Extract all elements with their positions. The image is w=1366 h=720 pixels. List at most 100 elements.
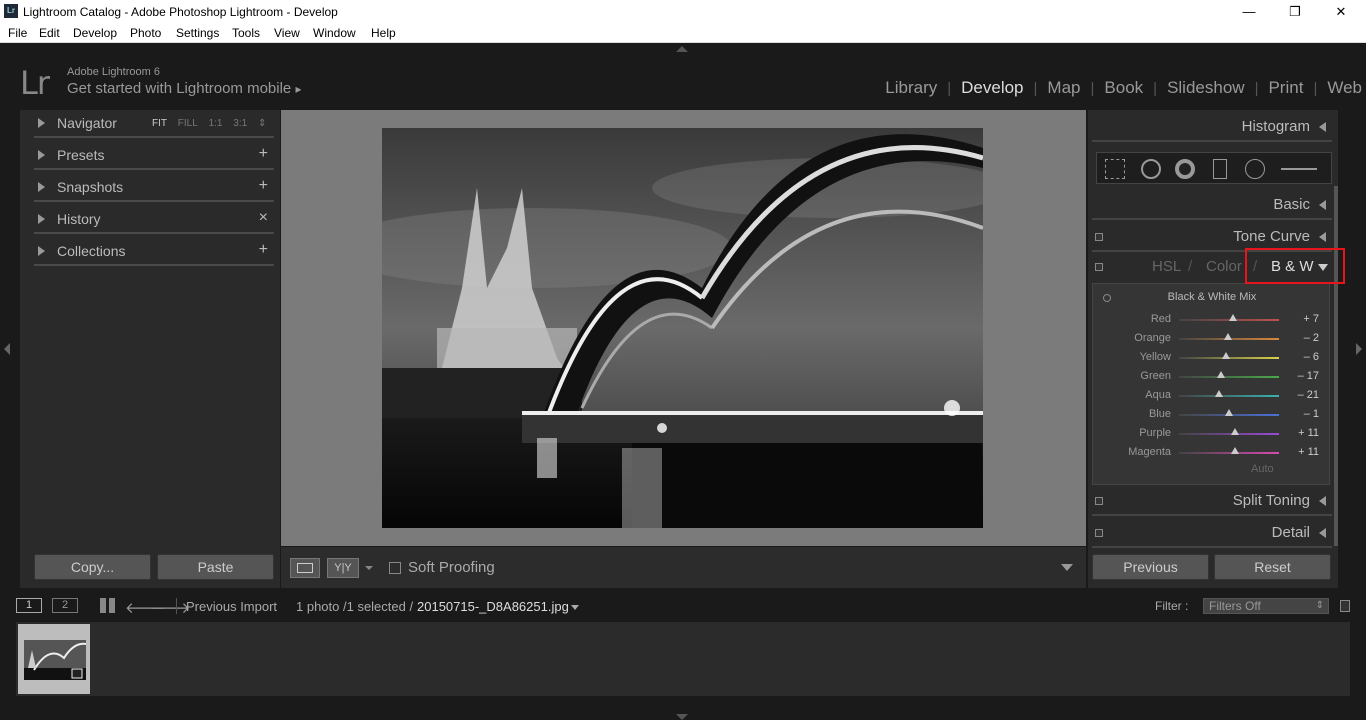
- auto-button[interactable]: Auto: [1251, 463, 1274, 475]
- close-button[interactable]: ✕: [1318, 2, 1364, 22]
- filename-label[interactable]: 20150715-_D8A86251.jpg: [417, 599, 569, 614]
- mix-slider-red[interactable]: Red + 7: [1093, 310, 1331, 329]
- copy-settings-button[interactable]: Copy...: [34, 554, 151, 580]
- mobile-link[interactable]: Get started with Lightroom mobile ▸: [67, 80, 301, 97]
- crop-tool-icon[interactable]: [1105, 159, 1125, 179]
- menu-help[interactable]: Help: [371, 26, 396, 40]
- mix-slider-orange[interactable]: Orange – 2: [1093, 329, 1331, 348]
- maximize-button[interactable]: ❐: [1272, 2, 1318, 22]
- top-panel-toggle-icon[interactable]: [676, 46, 688, 52]
- tab-hsl[interactable]: HSL: [1152, 252, 1181, 282]
- red-eye-icon[interactable]: [1175, 159, 1195, 179]
- mix-slider-blue[interactable]: Blue – 1: [1093, 405, 1331, 424]
- menu-edit[interactable]: Edit: [39, 26, 60, 40]
- zoom-arrows-icon[interactable]: ⇕: [258, 118, 266, 129]
- panel-switch-icon[interactable]: [1095, 497, 1103, 505]
- filmstrip-thumbnail[interactable]: [18, 624, 90, 694]
- module-print[interactable]: Print: [1258, 78, 1313, 98]
- zoom-3-1[interactable]: 3:1: [233, 118, 247, 129]
- snapshots-panel-header[interactable]: Snapshots +: [34, 174, 274, 202]
- mix-slider-purple[interactable]: Purple + 11: [1093, 424, 1331, 443]
- second-window-button[interactable]: 2: [52, 598, 78, 613]
- filename-dropdown-icon[interactable]: [571, 605, 579, 610]
- zoom-1-1[interactable]: 1:1: [209, 118, 223, 129]
- graduated-filter-icon[interactable]: [1213, 159, 1227, 179]
- reset-button[interactable]: Reset: [1214, 554, 1331, 580]
- toolbar-menu-icon[interactable]: [1061, 564, 1073, 571]
- detail-panel-header[interactable]: Detail: [1092, 518, 1332, 548]
- mix-slider-value[interactable]: + 7: [1303, 313, 1319, 325]
- filter-select[interactable]: Filters Off ⇕: [1203, 598, 1329, 614]
- panel-switch-icon[interactable]: [1095, 263, 1103, 271]
- split-toning-panel-header[interactable]: Split Toning: [1092, 486, 1332, 516]
- panel-switch-icon[interactable]: [1095, 529, 1103, 537]
- add-snapshot-icon[interactable]: +: [259, 177, 268, 195]
- mix-slider-value[interactable]: + 11: [1298, 446, 1319, 458]
- add-collection-icon[interactable]: +: [259, 241, 268, 259]
- module-develop[interactable]: Develop: [951, 78, 1033, 98]
- basic-panel-header[interactable]: Basic: [1092, 190, 1332, 220]
- grid-view-icon[interactable]: [100, 598, 115, 613]
- mix-slider-value[interactable]: – 2: [1304, 332, 1319, 344]
- slider-thumb-icon[interactable]: [1230, 447, 1239, 454]
- panel-switch-icon[interactable]: [1095, 233, 1103, 241]
- right-panel-scrollbar[interactable]: [1334, 186, 1338, 546]
- menu-develop[interactable]: Develop: [73, 26, 117, 40]
- menu-window[interactable]: Window: [313, 26, 356, 40]
- soft-proofing-checkbox[interactable]: [389, 562, 401, 574]
- module-web[interactable]: Web: [1317, 78, 1362, 98]
- mix-slider-yellow[interactable]: Yellow – 6: [1093, 348, 1331, 367]
- module-slideshow[interactable]: Slideshow: [1157, 78, 1255, 98]
- add-preset-icon[interactable]: +: [259, 145, 268, 163]
- adjustment-brush-icon[interactable]: [1281, 168, 1317, 170]
- bottom-panel-toggle-icon[interactable]: [676, 714, 688, 720]
- right-panel-toggle-icon[interactable]: [1356, 343, 1362, 355]
- zoom-fill[interactable]: FILL: [178, 118, 198, 129]
- histogram-panel-header[interactable]: Histogram: [1092, 112, 1332, 142]
- tab-color[interactable]: Color: [1206, 252, 1242, 282]
- slider-thumb-icon[interactable]: [1214, 390, 1223, 397]
- previous-button[interactable]: Previous: [1092, 554, 1209, 580]
- forward-arrow-icon[interactable]: 🡒: [150, 598, 190, 617]
- mix-slider-value[interactable]: – 17: [1298, 370, 1319, 382]
- menu-view[interactable]: View: [274, 26, 300, 40]
- minimize-button[interactable]: —: [1226, 2, 1272, 22]
- slider-track[interactable]: [1179, 395, 1279, 397]
- menu-photo[interactable]: Photo: [130, 26, 161, 40]
- loupe-view-button[interactable]: [290, 558, 320, 578]
- mix-slider-aqua[interactable]: Aqua – 21: [1093, 386, 1331, 405]
- menu-file[interactable]: File: [8, 26, 27, 40]
- module-library[interactable]: Library: [875, 78, 947, 98]
- slider-track[interactable]: [1179, 376, 1279, 378]
- mix-slider-magenta[interactable]: Magenta + 11: [1093, 443, 1331, 462]
- mix-slider-value[interactable]: – 21: [1298, 389, 1319, 401]
- presets-panel-header[interactable]: Presets +: [34, 142, 274, 170]
- spot-removal-icon[interactable]: [1141, 159, 1161, 179]
- main-window-button[interactable]: 1: [16, 598, 42, 613]
- collections-panel-header[interactable]: Collections +: [34, 238, 274, 266]
- slider-thumb-icon[interactable]: [1216, 371, 1225, 378]
- module-map[interactable]: Map: [1037, 78, 1090, 98]
- module-book[interactable]: Book: [1094, 78, 1153, 98]
- slider-thumb-icon[interactable]: [1228, 314, 1237, 321]
- before-after-button[interactable]: Y|Y: [327, 558, 359, 578]
- menu-tools[interactable]: Tools: [232, 26, 260, 40]
- mix-slider-value[interactable]: + 11: [1298, 427, 1319, 439]
- history-panel-header[interactable]: History ×: [34, 206, 274, 234]
- before-after-dropdown-icon[interactable]: [365, 566, 373, 570]
- radial-filter-icon[interactable]: [1245, 159, 1265, 179]
- slider-track[interactable]: [1179, 452, 1279, 454]
- slider-thumb-icon[interactable]: [1222, 352, 1230, 359]
- paste-settings-button[interactable]: Paste: [157, 554, 274, 580]
- left-panel-toggle-icon[interactable]: [4, 343, 10, 355]
- filter-lock-icon[interactable]: [1340, 600, 1350, 612]
- mix-slider-green[interactable]: Green – 17: [1093, 367, 1331, 386]
- zoom-fit[interactable]: FIT: [152, 118, 167, 129]
- slider-thumb-icon[interactable]: [1224, 409, 1233, 416]
- source-label[interactable]: Previous Import: [186, 599, 277, 614]
- clear-history-icon[interactable]: ×: [259, 209, 268, 227]
- slider-track[interactable]: [1179, 433, 1279, 435]
- mix-slider-value[interactable]: – 6: [1304, 351, 1319, 363]
- menu-settings[interactable]: Settings: [176, 26, 219, 40]
- slider-thumb-icon[interactable]: [1230, 428, 1239, 435]
